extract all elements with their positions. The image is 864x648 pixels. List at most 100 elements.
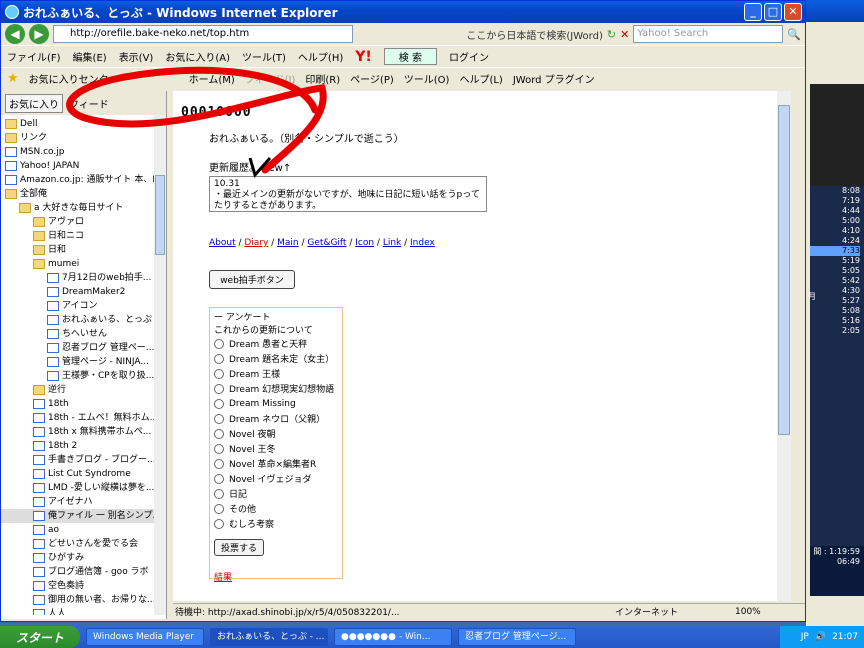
poll-option[interactable]: その他 bbox=[214, 501, 338, 516]
sidebar-scrollbar[interactable] bbox=[154, 115, 166, 615]
poll-option[interactable]: Novel イヴェジョダ bbox=[214, 471, 338, 486]
search-icon[interactable]: 🔍 bbox=[787, 28, 801, 41]
task-media-player[interactable]: Windows Media Player bbox=[86, 628, 204, 646]
sidebar-item[interactable]: ao bbox=[1, 523, 166, 537]
refresh-icon[interactable]: ↻ bbox=[607, 28, 616, 41]
task-ie-ninja[interactable]: 忍者ブログ 管理ページ... bbox=[458, 628, 576, 646]
radio-icon[interactable] bbox=[214, 518, 224, 529]
background-window-titlebar[interactable] bbox=[806, 0, 864, 22]
sidebar-item[interactable]: リンク bbox=[1, 131, 166, 145]
sidebar-item[interactable]: a 大好きな毎日サイト bbox=[1, 201, 166, 215]
sidebar-item[interactable]: おれふぁいる、とっぷ bbox=[1, 313, 166, 327]
sidebar-item[interactable]: アイコン bbox=[1, 299, 166, 313]
start-button[interactable]: スタート bbox=[0, 626, 80, 648]
sidebar-item[interactable]: 管理ページ - NINJA... bbox=[1, 355, 166, 369]
home-button[interactable]: ホーム(M) bbox=[189, 71, 235, 86]
nav-link-link[interactable]: Link bbox=[383, 238, 401, 248]
sidebar-item[interactable]: どせいさんを愛でる会 bbox=[1, 537, 166, 551]
content-scrollbar[interactable] bbox=[777, 91, 791, 601]
jword-label[interactable]: ここから日本語で検索(JWord) bbox=[466, 27, 602, 42]
sidebar-item[interactable]: アヴァロ bbox=[1, 215, 166, 229]
task-ie-orefile[interactable]: おれふぁいる、とっぷ - ... bbox=[210, 628, 328, 646]
poll-option[interactable]: Dream 王様 bbox=[214, 366, 338, 381]
star-icon[interactable]: ★ bbox=[7, 71, 19, 86]
track-time[interactable]: 5:42 bbox=[810, 276, 860, 286]
track-time[interactable]: 7:33 bbox=[810, 246, 860, 256]
poll-option[interactable]: Novel 夜朝 bbox=[214, 426, 338, 441]
poll-option[interactable]: Dream 幻想現実幻想物語 bbox=[214, 381, 338, 396]
content-scroll-thumb[interactable] bbox=[778, 105, 790, 435]
tools-button[interactable]: ツール(O) bbox=[404, 71, 450, 86]
radio-icon[interactable] bbox=[214, 398, 224, 409]
page-button[interactable]: ページ(P) bbox=[350, 71, 394, 86]
radio-icon[interactable] bbox=[214, 473, 224, 484]
sidebar-item[interactable]: 俺ファイル 一 別名シンプ... bbox=[1, 509, 166, 523]
poll-option[interactable]: 日記 bbox=[214, 486, 338, 501]
maximize-button[interactable]: □ bbox=[764, 3, 782, 21]
jword-plugin-button[interactable]: JWord プラグイン bbox=[513, 71, 595, 86]
nav-link-diary[interactable]: Diary bbox=[244, 238, 268, 248]
radio-icon[interactable] bbox=[214, 368, 224, 379]
web-clap-button[interactable]: web拍手ボタン bbox=[209, 270, 295, 289]
nav-link-icon[interactable]: Icon bbox=[355, 238, 374, 248]
sidebar-item[interactable]: ひがすみ bbox=[1, 551, 166, 565]
sidebar-item[interactable]: Dell bbox=[1, 117, 166, 131]
sidebar-item[interactable]: mumei bbox=[1, 257, 166, 271]
feeds-tab[interactable]: フィード bbox=[69, 96, 109, 111]
back-button[interactable]: ◀ bbox=[5, 24, 25, 44]
poll-result-link[interactable]: 結果 bbox=[214, 570, 338, 583]
nav-link-main[interactable]: Main bbox=[277, 238, 299, 248]
poll-option[interactable]: Dream 題名未定（女主） bbox=[214, 351, 338, 366]
track-time[interactable]: 5:16 bbox=[810, 316, 860, 326]
sidebar-item[interactable]: 7月12日のweb拍手... bbox=[1, 271, 166, 285]
radio-icon[interactable] bbox=[214, 458, 224, 469]
poll-option[interactable]: Dream ネウロ（父親） bbox=[214, 411, 338, 426]
favorites-tab[interactable]: お気に入り bbox=[5, 93, 63, 113]
track-time[interactable]: 4:44 bbox=[810, 206, 860, 216]
sidebar-item[interactable]: List Cut Syndrome bbox=[1, 467, 166, 481]
menu-file[interactable]: ファイル(F) bbox=[7, 49, 61, 64]
menu-tools[interactable]: ツール(T) bbox=[242, 49, 286, 64]
menu-view[interactable]: 表示(V) bbox=[119, 49, 154, 64]
track-time[interactable]: 5:00 bbox=[810, 216, 860, 226]
sidebar-item[interactable]: 空色奏詩 bbox=[1, 579, 166, 593]
radio-icon[interactable] bbox=[214, 383, 224, 394]
window-titlebar[interactable]: おれふぁいる、とっぷ - Windows Internet Explorer _… bbox=[1, 1, 805, 23]
sidebar-item[interactable]: Yahoo! JAPAN bbox=[1, 159, 166, 173]
minimize-button[interactable]: _ bbox=[744, 3, 762, 21]
vote-button[interactable]: 投票する bbox=[214, 539, 265, 556]
track-time[interactable]: 4:24 bbox=[810, 236, 860, 246]
nav-link-about[interactable]: About bbox=[209, 238, 236, 248]
task-ie-redacted[interactable]: ●●●●●●● - Win... bbox=[334, 628, 452, 646]
radio-icon[interactable] bbox=[214, 428, 224, 439]
sidebar-item[interactable]: 手書きブログ - ブログー... bbox=[1, 453, 166, 467]
lang-indicator[interactable]: JP bbox=[801, 632, 809, 642]
sidebar-item[interactable]: ブログ通信簿 - goo ラボ bbox=[1, 565, 166, 579]
sidebar-item[interactable]: 日和ニコ bbox=[1, 229, 166, 243]
print-button[interactable]: 印刷(R) bbox=[305, 71, 340, 86]
sidebar-item[interactable]: ちへいせん bbox=[1, 327, 166, 341]
stop-icon[interactable]: ✕ bbox=[620, 28, 629, 41]
track-time[interactable]: 5:05 bbox=[810, 266, 860, 276]
sidebar-item[interactable]: Amazon.co.jp: 通販サイト 本、D... bbox=[1, 173, 166, 187]
poll-option[interactable]: Dream 愚者と天秤 bbox=[214, 336, 338, 351]
sidebar-item[interactable]: 逆行 bbox=[1, 383, 166, 397]
feed-button[interactable]: フィード(J) bbox=[245, 71, 296, 86]
toolbar-search-button[interactable]: 検 索 bbox=[383, 48, 437, 65]
close-button[interactable]: ✕ bbox=[784, 3, 802, 21]
sidebar-item[interactable]: 忍者ブログ 管理ペー... bbox=[1, 341, 166, 355]
radio-icon[interactable] bbox=[214, 488, 224, 499]
radio-icon[interactable] bbox=[214, 353, 224, 364]
menu-help[interactable]: ヘルプ(H) bbox=[298, 49, 343, 64]
volume-icon[interactable]: 🔊 bbox=[815, 632, 826, 642]
fav-center-link[interactable]: お気に入りセンター bbox=[29, 71, 119, 86]
track-time[interactable]: 4:30 bbox=[810, 286, 860, 296]
sidebar-item[interactable]: DreamMaker2 bbox=[1, 285, 166, 299]
poll-option[interactable]: むしろ考察 bbox=[214, 516, 338, 531]
sidebar-item[interactable]: 御用の無い者、お帰りな... bbox=[1, 593, 166, 607]
sidebar-item[interactable]: 全部俺 bbox=[1, 187, 166, 201]
radio-icon[interactable] bbox=[214, 503, 224, 514]
forward-button[interactable]: ▶ bbox=[29, 24, 49, 44]
track-time[interactable]: 5:08 bbox=[810, 306, 860, 316]
poll-option[interactable]: Dream Missing bbox=[214, 396, 338, 411]
